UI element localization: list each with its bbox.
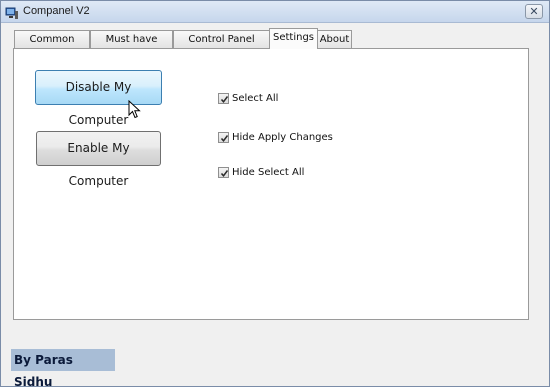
tab-must-have-items[interactable]: Must have Items: [90, 30, 173, 62]
close-button[interactable]: ✕: [525, 4, 543, 19]
tab-control-panel-items[interactable]: Control Panel Items: [173, 30, 270, 62]
title-bar[interactable]: Companel V2 ✕: [1, 1, 549, 23]
tab-about[interactable]: About: [317, 30, 352, 48]
hide-apply-changes-checkbox[interactable]: [218, 132, 229, 143]
tab-common-items[interactable]: Common Items: [14, 30, 90, 62]
select-all-checkbox[interactable]: [218, 93, 229, 104]
tab-settings[interactable]: Settings: [269, 28, 318, 49]
author-label: By Paras Sidhu: [11, 349, 115, 387]
window-title: Companel V2: [23, 5, 90, 17]
enable-computer-button[interactable]: Enable My Computer: [36, 131, 161, 188]
checkmark-icon: [220, 135, 229, 142]
settings-panel: Disable My Computer Enable My Computer S…: [13, 48, 529, 320]
tab-label: About: [319, 34, 350, 45]
select-all-label: Select All: [232, 93, 279, 104]
checkmark-icon: [220, 96, 229, 103]
main-window: Companel V2 ✕ Common Items Must have Ite…: [0, 0, 550, 387]
computer-icon: [5, 5, 19, 19]
close-icon: ✕: [529, 5, 539, 18]
hide-select-all-label: Hide Select All: [232, 167, 305, 178]
hide-apply-changes-label: Hide Apply Changes: [232, 132, 333, 143]
tab-label: Settings: [272, 32, 314, 43]
checkmark-icon: [220, 170, 229, 177]
disable-computer-button[interactable]: Disable My Computer: [35, 70, 162, 127]
mouse-cursor-icon: [128, 99, 142, 120]
hide-select-all-checkbox[interactable]: [218, 167, 229, 178]
